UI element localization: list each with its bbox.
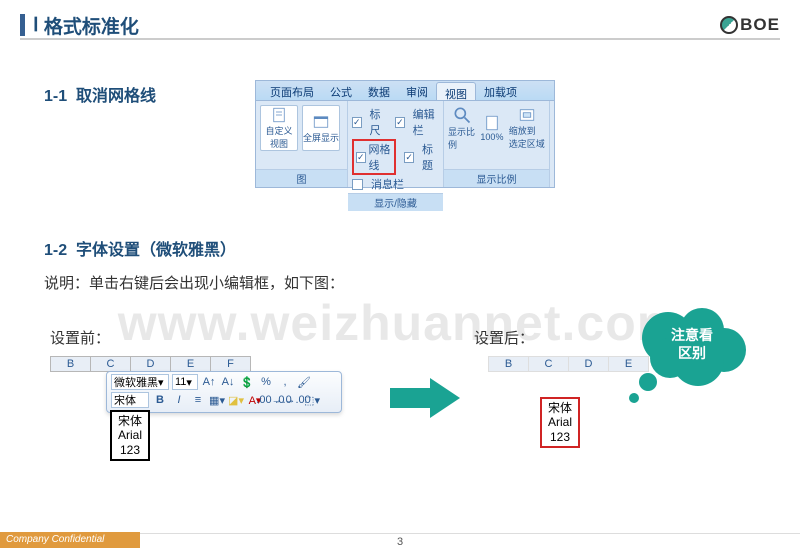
before-spreadsheet: B C D E F bbox=[50, 356, 251, 372]
title-accent-bar bbox=[20, 14, 25, 36]
checkbox-headings[interactable] bbox=[404, 152, 414, 163]
ribbon-group-views: 自定义 视图 全屏显示 图 bbox=[256, 101, 348, 187]
section-1-2-heading: 1-2 字体设置（微软雅黑） bbox=[44, 236, 236, 260]
percent-icon[interactable]: % bbox=[258, 374, 274, 390]
col-header: C bbox=[91, 357, 131, 372]
tab-data[interactable]: 数据 bbox=[360, 81, 398, 100]
tab-view[interactable]: 视图 bbox=[436, 82, 476, 100]
selection-icon bbox=[518, 106, 536, 124]
brand-logo: BOE bbox=[720, 15, 780, 35]
col-header: C bbox=[529, 357, 569, 372]
decrease-font-icon[interactable]: A↓ bbox=[220, 374, 236, 390]
before-cell-sample: 宋体 Arial 123 bbox=[110, 410, 150, 461]
checkbox-ruler-row: 标尺 编辑栏 bbox=[352, 106, 439, 138]
align-center-icon[interactable]: ≡ bbox=[190, 392, 206, 408]
ribbon-tabs: 页面布局 公式 数据 审阅 视图 加载项 bbox=[256, 81, 554, 101]
zoom-button[interactable]: 显示比例 bbox=[448, 105, 475, 151]
title-roman: Ⅰ bbox=[33, 14, 39, 37]
group-label-views: 图 bbox=[256, 169, 347, 187]
tab-review[interactable]: 审阅 bbox=[398, 81, 436, 100]
font-family-select-2[interactable]: 宋体 bbox=[111, 392, 149, 408]
checkbox-formula-bar[interactable] bbox=[395, 117, 405, 128]
slide-header: Ⅰ 格式标准化 BOE bbox=[20, 12, 780, 40]
section-title-2: 字体设置（微软雅黑） bbox=[76, 242, 236, 259]
checkbox-gridlines[interactable] bbox=[356, 152, 366, 163]
col-header: D bbox=[131, 357, 171, 372]
font-size-select[interactable]: 11 ▾ bbox=[172, 374, 198, 390]
mini-toolbar: 微软雅黑 ▾ 11 ▾ A↑ A↓ 💲 % , 🖌 宋体 B I ≡ ▦▾ ◪▾… bbox=[106, 371, 342, 413]
col-header: D bbox=[569, 357, 609, 372]
merge-icon[interactable]: ⬚▾ bbox=[304, 392, 320, 408]
excel-ribbon-screenshot: 页面布局 公式 数据 审阅 视图 加载项 自定义 视图 全屏显示 图 bbox=[255, 80, 555, 188]
page-icon bbox=[483, 114, 501, 132]
page-title: Ⅰ 格式标准化 bbox=[20, 12, 139, 39]
custom-views-button[interactable]: 自定义 视图 bbox=[260, 105, 298, 151]
magnifier-icon bbox=[451, 105, 473, 125]
tab-formulas[interactable]: 公式 bbox=[322, 81, 360, 100]
title-text: 格式标准化 bbox=[44, 12, 139, 39]
ribbon-body: 自定义 视图 全屏显示 图 标尺 编辑栏 网格线 bbox=[256, 101, 554, 187]
zoom-to-selection-button[interactable]: 缩放到 选定区域 bbox=[509, 105, 545, 151]
fullscreen-button[interactable]: 全屏显示 bbox=[302, 105, 340, 151]
checkbox-ruler[interactable] bbox=[352, 117, 362, 128]
before-label: 设置前： bbox=[50, 327, 110, 348]
borders-icon[interactable]: ▦▾ bbox=[209, 392, 225, 408]
cloud-line2: 区别 bbox=[678, 345, 706, 361]
checkbox-gridlines-row: 网格线 标题 bbox=[352, 139, 439, 175]
font-family-select[interactable]: 微软雅黑 ▾ bbox=[111, 374, 169, 390]
ribbon-group-zoom: 显示比例 100% 缩放到 选定区域 显示比例 bbox=[444, 101, 550, 187]
cloud-line1: 注意看 bbox=[671, 327, 713, 343]
checkbox-msgbar-row: 消息栏 bbox=[352, 176, 439, 192]
col-header: F bbox=[211, 357, 251, 372]
section-1-2-description: 说明：单击右键后会出现小编辑框，如下图： bbox=[44, 272, 344, 293]
accounting-format-icon[interactable]: 💲 bbox=[239, 374, 255, 390]
italic-icon[interactable]: I bbox=[171, 392, 187, 408]
gridlines-highlight: 网格线 bbox=[352, 139, 396, 175]
section-1-1-heading: 1-1 取消网格线 bbox=[44, 82, 156, 106]
format-painter-icon[interactable]: 🖌 bbox=[296, 374, 312, 390]
cloud-callout: 注意看 区别 bbox=[620, 300, 760, 420]
section-title: 取消网格线 bbox=[76, 88, 156, 105]
section-number: 1-1 bbox=[44, 88, 67, 105]
after-cell-sample: 宋体 Arial 123 bbox=[540, 397, 580, 448]
col-header: E bbox=[171, 357, 211, 372]
bold-icon[interactable]: B bbox=[152, 392, 168, 408]
col-header: B bbox=[489, 357, 529, 372]
arrow-icon bbox=[390, 378, 460, 418]
logo-icon bbox=[720, 16, 738, 34]
tab-page-layout[interactable]: 页面布局 bbox=[262, 81, 322, 100]
document-icon bbox=[270, 106, 288, 124]
zoom-100-button[interactable]: 100% bbox=[478, 105, 505, 151]
tab-addins[interactable]: 加载项 bbox=[476, 81, 525, 100]
increase-decimal-icon[interactable]: .0→.00 bbox=[285, 392, 301, 408]
group-label-show-hide: 显示/隐藏 bbox=[348, 193, 443, 211]
col-header: B bbox=[51, 357, 91, 372]
group-label-zoom: 显示比例 bbox=[444, 169, 549, 187]
increase-font-icon[interactable]: A↑ bbox=[201, 374, 217, 390]
comma-icon[interactable]: , bbox=[277, 374, 293, 390]
after-label: 设置后： bbox=[474, 327, 534, 348]
section-number-2: 1-2 bbox=[44, 242, 67, 259]
logo-text: BOE bbox=[740, 15, 780, 35]
checkbox-message-bar[interactable] bbox=[352, 179, 363, 190]
footer-confidential: Company Confidential bbox=[0, 532, 140, 548]
fill-color-icon[interactable]: ◪▾ bbox=[228, 392, 244, 408]
fullscreen-icon bbox=[312, 113, 330, 131]
ribbon-group-show-hide: 标尺 编辑栏 网格线 标题 消息栏 显示/隐藏 bbox=[348, 101, 444, 187]
